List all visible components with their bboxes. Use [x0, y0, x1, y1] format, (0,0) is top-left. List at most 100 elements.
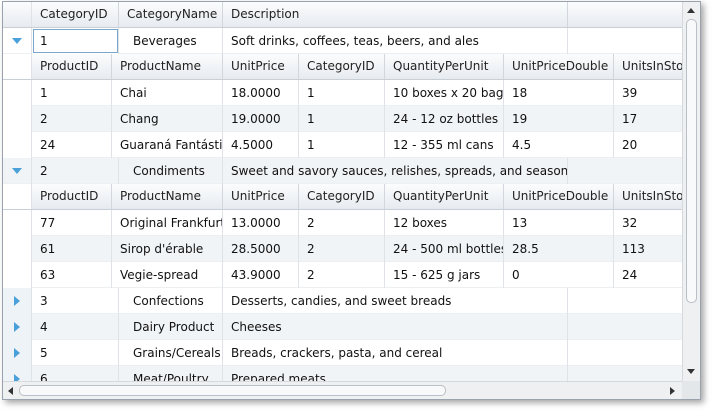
- product-cell[interactable]: 32: [614, 210, 682, 236]
- category-row[interactable]: 6 Meat/Poultry Prepared meats: [3, 366, 682, 381]
- product-cell[interactable]: 4.5000: [223, 132, 299, 158]
- product-cell[interactable]: 10 boxes x 20 bags: [385, 80, 504, 106]
- product-cell[interactable]: 2: [299, 262, 385, 288]
- category-row[interactable]: 2 Condiments Sweet and savory sauces, reli…: [3, 158, 682, 184]
- product-cell[interactable]: Guaraná Fantástica: [112, 132, 223, 158]
- product-cell[interactable]: 1: [299, 132, 385, 158]
- product-cell[interactable]: 24 - 12 oz bottles: [385, 106, 504, 132]
- collapse-toggle[interactable]: [3, 158, 32, 184]
- scrollbar-corner: [682, 381, 700, 399]
- product-cell[interactable]: 12 boxes: [385, 210, 504, 236]
- category-cell-name: Beverages: [119, 28, 223, 54]
- scroll-left-arrow-icon[interactable]: [8, 387, 13, 395]
- category-row[interactable]: 5 Grains/Cereals Breads, crackers, pasta, …: [3, 340, 682, 366]
- category-cell-description: Desserts, candies, and sweet breads: [223, 288, 568, 314]
- product-row[interactable]: 61 Sirop d'érable 28.5000 2 24 - 500 ml bott…: [3, 236, 682, 262]
- product-cell[interactable]: 13.0000: [223, 210, 299, 236]
- product-cell[interactable]: Chai: [112, 80, 223, 106]
- product-cell[interactable]: 24: [614, 262, 682, 288]
- product-cell[interactable]: 2: [299, 236, 385, 262]
- product-column-header[interactable]: CategoryID: [299, 54, 385, 79]
- master-column-header[interactable]: CategoryName: [119, 2, 223, 27]
- product-cell[interactable]: 17: [614, 106, 682, 132]
- product-row[interactable]: 77Original Frankfurter13.0000212 boxes13…: [3, 210, 682, 236]
- category-cell-id: 3: [32, 288, 119, 314]
- product-cell[interactable]: 1: [299, 106, 385, 132]
- product-header-row: ProductID ProductName UnitPrice CategoryID Q…: [3, 184, 682, 210]
- product-cell[interactable]: 77: [32, 210, 112, 236]
- product-column-header[interactable]: QuantityPerUnit: [385, 184, 504, 209]
- expand-toggle[interactable]: [3, 340, 32, 366]
- product-cell[interactable]: 28.5: [504, 236, 614, 262]
- product-cell[interactable]: 18.0000: [223, 80, 299, 106]
- product-cell[interactable]: 18: [504, 80, 614, 106]
- product-cell[interactable]: 0: [504, 262, 614, 288]
- product-cell[interactable]: 28.5000: [223, 236, 299, 262]
- scroll-up-arrow-icon[interactable]: [687, 8, 695, 13]
- product-cell[interactable]: 19: [504, 106, 614, 132]
- product-cell[interactable]: 63: [32, 262, 112, 288]
- product-cell[interactable]: 61: [32, 236, 112, 262]
- category-cell-name: Grains/Cereals: [119, 340, 223, 366]
- product-column-header[interactable]: ProductName: [112, 54, 223, 79]
- collapse-toggle[interactable]: [3, 28, 32, 54]
- product-cell[interactable]: 24: [32, 132, 112, 158]
- category-row[interactable]: 4 Dairy Product Cheeses: [3, 314, 682, 340]
- product-column-header[interactable]: UnitsInStoc: [614, 54, 682, 79]
- product-row[interactable]: 1 Chai 18.0000 1 10 boxes x 20 bags 18 39: [3, 80, 682, 106]
- product-column-header[interactable]: UnitPriceDouble: [504, 54, 614, 79]
- product-row-indent: [3, 236, 32, 262]
- category-row[interactable]: 3 Confections Desserts, candies, and sweet…: [3, 288, 682, 314]
- vertical-scroll-thumb[interactable]: [686, 19, 697, 303]
- chevron-right-icon: [14, 348, 20, 358]
- product-cell[interactable]: 2: [299, 210, 385, 236]
- product-cell[interactable]: 113: [614, 236, 682, 262]
- scroll-right-arrow-icon[interactable]: [670, 387, 675, 395]
- horizontal-scroll-thumb[interactable]: [19, 385, 446, 396]
- category-cell-name: Dairy Product: [119, 314, 223, 340]
- scroll-down-arrow-icon[interactable]: [687, 369, 695, 374]
- expand-toggle[interactable]: [3, 314, 32, 340]
- product-cell[interactable]: 1: [32, 80, 112, 106]
- product-cell[interactable]: 13: [504, 210, 614, 236]
- product-column-header[interactable]: UnitPrice: [223, 54, 299, 79]
- product-column-header[interactable]: ProductName: [112, 184, 223, 209]
- category-cell-id: 2: [32, 158, 119, 184]
- product-column-header[interactable]: ProductID: [32, 54, 112, 79]
- product-cell[interactable]: 1: [299, 80, 385, 106]
- product-column-header[interactable]: UnitPriceDouble: [504, 184, 614, 209]
- product-row[interactable]: 63 Vegie-spread 43.9000 2 15 - 625 g jars 0 24: [3, 262, 682, 288]
- category-row[interactable]: 1 Beverages Soft drinks, coffees, teas, be…: [3, 28, 682, 54]
- product-cell[interactable]: Vegie-spread: [112, 262, 223, 288]
- product-cell[interactable]: 12 - 355 ml cans: [385, 132, 504, 158]
- master-header-row: CategoryID CategoryName Description: [3, 2, 682, 28]
- horizontal-scrollbar[interactable]: [3, 381, 682, 399]
- product-cell[interactable]: 19.0000: [223, 106, 299, 132]
- chevron-right-icon: [14, 296, 20, 306]
- product-cell[interactable]: Chang: [112, 106, 223, 132]
- product-cell[interactable]: 15 - 625 g jars: [385, 262, 504, 288]
- product-column-header[interactable]: QuantityPerUnit: [385, 54, 504, 79]
- master-column-header[interactable]: Description: [223, 2, 568, 27]
- product-row[interactable]: 2 Chang 19.0000 1 24 - 12 oz bottles 19 17: [3, 106, 682, 132]
- product-cell[interactable]: Sirop d'érable: [112, 236, 223, 262]
- expand-toggle[interactable]: [3, 366, 32, 381]
- category-cell-id: 4: [32, 314, 119, 340]
- product-cell[interactable]: 24 - 500 ml bottles: [385, 236, 504, 262]
- vertical-scrollbar[interactable]: [682, 2, 700, 381]
- product-cell[interactable]: 2: [32, 106, 112, 132]
- product-column-header[interactable]: ProductID: [32, 184, 112, 209]
- master-column-header[interactable]: CategoryID: [32, 2, 119, 27]
- product-cell[interactable]: 4.5: [504, 132, 614, 158]
- product-column-header[interactable]: UnitPrice: [223, 184, 299, 209]
- product-cell[interactable]: Original Frankfurter: [112, 210, 223, 236]
- expand-toggle[interactable]: [3, 288, 32, 314]
- product-cell[interactable]: 39: [614, 80, 682, 106]
- product-cell[interactable]: 20: [614, 132, 682, 158]
- product-column-header[interactable]: CategoryID: [299, 184, 385, 209]
- product-cell[interactable]: 43.9000: [223, 262, 299, 288]
- category-cell-id[interactable]: 1: [32, 28, 119, 54]
- product-column-header[interactable]: UnitsInStoc: [614, 184, 682, 209]
- grid-viewport: CategoryID CategoryName Description 1 Bevera…: [3, 2, 682, 381]
- product-row[interactable]: 24Guaraná Fantástica4.5000112 - 355 ml c…: [3, 132, 682, 158]
